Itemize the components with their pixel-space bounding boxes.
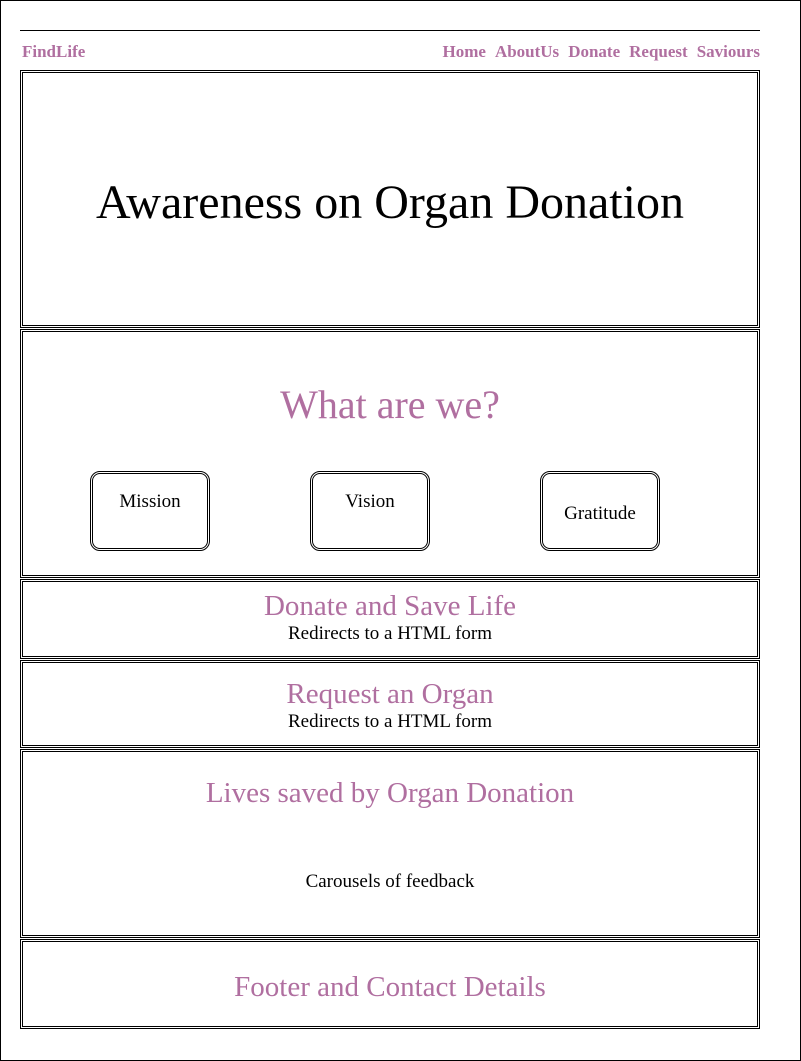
nav-link-donate[interactable]: Donate xyxy=(568,42,620,62)
nav-links: Home AboutUs Donate Request Saviours xyxy=(443,42,761,62)
vision-card-label: Vision xyxy=(345,491,395,512)
feedback-carousel[interactable]: Carousels of feedback xyxy=(23,871,757,893)
navbar: FindLife Home AboutUs Donate Request Sav… xyxy=(22,42,760,62)
gratitude-card-label: Gratitude xyxy=(564,503,636,524)
footer-section: Footer and Contact Details xyxy=(20,939,760,1029)
hero-section: Awareness on Organ Donation xyxy=(20,70,760,328)
nav-link-request[interactable]: Request xyxy=(629,42,688,62)
lives-saved-title: Lives saved by Organ Donation xyxy=(205,777,575,809)
hero-title: Awareness on Organ Donation xyxy=(96,176,684,229)
gratitude-card[interactable]: Gratitude xyxy=(540,471,660,551)
about-section: What are we? Mission Vision Gratitude xyxy=(20,329,760,578)
lives-saved-section: Lives saved by Organ Donation Carousels … xyxy=(20,749,760,938)
request-section[interactable]: Request an Organ Redirects to a HTML for… xyxy=(20,660,760,748)
nav-link-aboutus[interactable]: AboutUs xyxy=(495,42,559,62)
top-divider xyxy=(20,30,760,31)
brand-logo[interactable]: FindLife xyxy=(22,42,85,62)
request-note: Redirects to a HTML form xyxy=(287,711,493,732)
request-title[interactable]: Request an Organ xyxy=(23,677,757,711)
vision-card[interactable]: Vision xyxy=(310,471,430,551)
donate-section[interactable]: Donate and Save Life Redirects to a HTML… xyxy=(20,579,760,659)
footer-title: Footer and Contact Details xyxy=(234,971,546,1003)
nav-link-home[interactable]: Home xyxy=(443,42,486,62)
donate-title[interactable]: Donate and Save Life xyxy=(23,589,757,623)
about-title: What are we? xyxy=(280,382,500,427)
mission-card-label: Mission xyxy=(119,491,181,512)
donate-note: Redirects to a HTML form xyxy=(287,623,493,644)
nav-link-saviours[interactable]: Saviours xyxy=(697,42,760,62)
mission-card[interactable]: Mission xyxy=(90,471,210,551)
